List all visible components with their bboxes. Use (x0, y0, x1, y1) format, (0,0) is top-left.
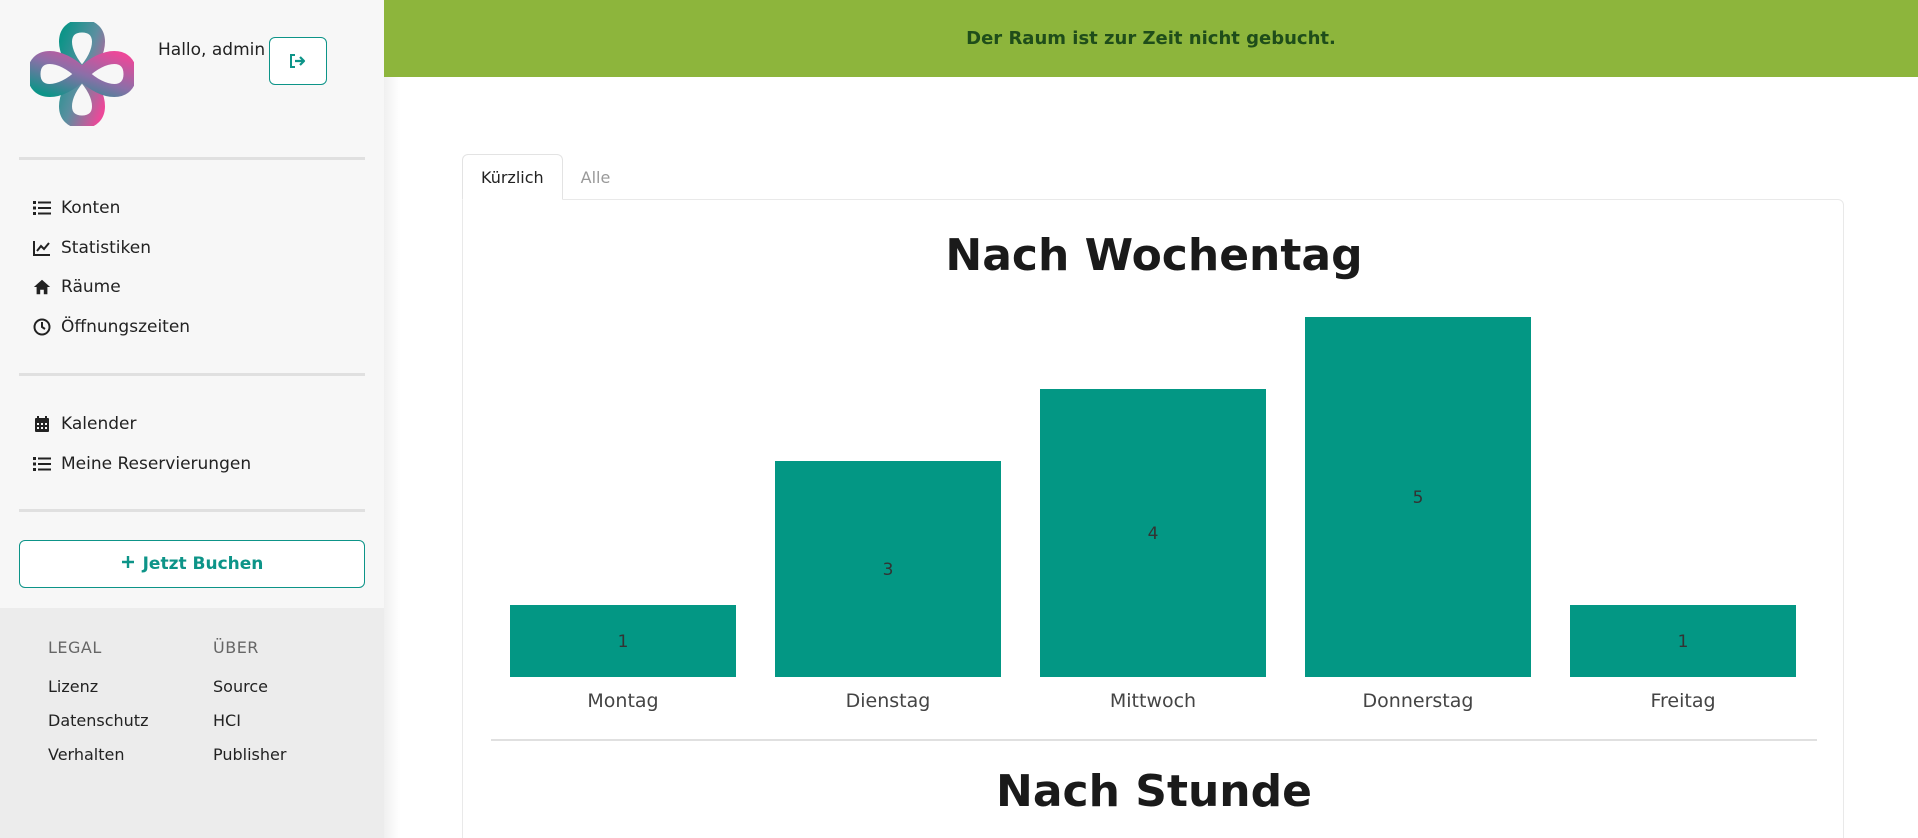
book-now-button[interactable]: Jetzt Buchen (19, 540, 365, 588)
tab-bar: Kürzlich Alle (462, 154, 628, 200)
sidebar-item-kalender[interactable]: Kalender (33, 412, 136, 436)
sidebar-divider (19, 373, 365, 376)
footer-heading: LEGAL (48, 638, 102, 657)
logout-button[interactable] (269, 37, 327, 85)
chart-title-stunde: Nach Stunde (996, 766, 1312, 817)
clock-icon (33, 318, 51, 336)
footer-link-publisher[interactable]: Publisher (213, 745, 286, 779)
sidebar-item-label: Räume (61, 277, 121, 297)
calendar-icon (33, 415, 51, 433)
sidebar-divider (19, 509, 365, 512)
user-greeting: Hallo, admin (158, 40, 266, 60)
tab-kuerzlich[interactable]: Kürzlich (462, 154, 563, 200)
footer-link-datenschutz[interactable]: Datenschutz (48, 711, 148, 745)
bar-value-label: 5 (1413, 488, 1424, 508)
sidebar-item-label: Konten (61, 198, 121, 218)
bar-value-label: 1 (618, 632, 629, 652)
chart-line-icon (33, 239, 51, 257)
x-tick-label: Donnerstag (1363, 690, 1474, 712)
list-icon (33, 455, 51, 473)
plus-icon (121, 554, 135, 574)
sidebar-item-label: Meine Reservierungen (61, 454, 252, 474)
sign-out-icon (290, 54, 306, 68)
chart-divider (491, 739, 1817, 741)
statistics-panel: Nach Wochentag 1 Montag 3 Dienstag 4 Mittwoch… (462, 199, 1844, 838)
bar-value-label: 3 (883, 560, 894, 580)
sidebar-item-konten[interactable]: Konten (33, 196, 120, 220)
sidebar-divider (19, 157, 365, 160)
footer-link-verhalten[interactable]: Verhalten (48, 745, 148, 779)
app-logo[interactable] (30, 22, 134, 126)
sidebar-item-raeume[interactable]: Räume (33, 275, 121, 299)
main-edge-shadow (384, 77, 400, 838)
footer-link-lizenz[interactable]: Lizenz (48, 677, 148, 711)
sidebar-item-meine-reservierungen[interactable]: Meine Reservierungen (33, 452, 251, 476)
book-now-label: Jetzt Buchen (142, 554, 264, 574)
footer-heading: ÜBER (213, 638, 259, 657)
footer-link-source[interactable]: Source (213, 677, 286, 711)
bar-value-label: 1 (1678, 632, 1689, 652)
home-icon (33, 278, 51, 296)
footer-link-hci[interactable]: HCI (213, 711, 286, 745)
bar-value-label: 4 (1148, 524, 1159, 544)
status-banner: Der Raum ist zur Zeit nicht gebucht. (384, 0, 1918, 77)
weekday-bar-chart: 1 Montag 3 Dienstag 4 Mittwoch 5 Donnerstag 1 Fre… (510, 317, 1796, 712)
x-tick-label: Montag (587, 690, 658, 712)
sidebar-footer: LEGAL Lizenz Datenschutz Verhalten ÜBER … (0, 608, 384, 838)
footer-legal: LEGAL Lizenz Datenschutz Verhalten (48, 638, 148, 779)
sidebar: Hallo, admin Konten Statistiken Räume Öf… (0, 0, 384, 838)
sidebar-item-label: Statistiken (61, 238, 151, 258)
x-tick-label: Freitag (1650, 690, 1715, 712)
x-tick-label: Dienstag (846, 690, 931, 712)
sidebar-item-statistiken[interactable]: Statistiken (33, 236, 151, 260)
list-icon (33, 199, 51, 217)
footer-about: ÜBER Source HCI Publisher (213, 638, 286, 779)
sidebar-item-label: Kalender (61, 414, 137, 434)
sidebar-top: Hallo, admin Konten Statistiken Räume Öf… (0, 0, 384, 608)
tab-alle[interactable]: Alle (563, 154, 629, 200)
x-tick-label: Mittwoch (1110, 690, 1196, 712)
sidebar-item-label: Öffnungszeiten (61, 317, 191, 337)
sidebar-item-oeffnungszeiten[interactable]: Öffnungszeiten (33, 315, 190, 339)
